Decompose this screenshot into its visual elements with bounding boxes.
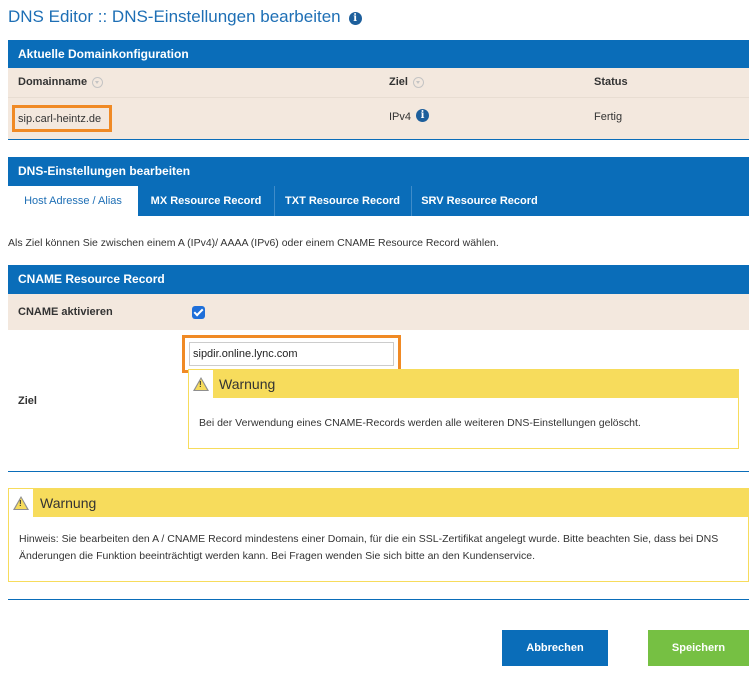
cancel-button[interactable]: Abbrechen <box>502 630 608 666</box>
column-header-ziel[interactable]: Ziel <box>389 68 424 96</box>
ssl-warning-text: Hinweis: Sie bearbeiten den A / CNAME Re… <box>19 533 719 562</box>
current-config-header: Aktuelle Domainkonfiguration <box>8 40 749 68</box>
edit-section-header: DNS-Einstellungen bearbeiten <box>8 157 749 186</box>
ssl-warning-header: Warnung <box>9 489 748 517</box>
warning-icon <box>193 377 209 391</box>
cname-activate-row: CNAME aktivieren <box>8 294 749 330</box>
cname-activate-checkbox[interactable] <box>192 306 205 319</box>
cname-warning-text: Bei der Verwendung eines CNAME-Records w… <box>199 417 641 429</box>
cname-activate-label: CNAME aktivieren <box>18 306 113 318</box>
tab-srv-resource-record[interactable]: SRV Resource Record <box>411 186 548 216</box>
tab-mx-resource-record[interactable]: MX Resource Record <box>138 186 275 216</box>
divider <box>8 471 749 472</box>
column-header-domainname[interactable]: Domainname <box>18 68 104 96</box>
page-title: DNS Editor :: DNS-Einstellungen bearbeit… <box>8 7 362 27</box>
warning-icon <box>13 496 29 510</box>
column-header-status: Status <box>594 76 628 88</box>
target-input[interactable]: sipdir.online.lync.com <box>189 342 394 366</box>
sort-icon[interactable] <box>92 76 104 88</box>
cname-header: CNAME Resource Record <box>8 265 749 294</box>
info-icon[interactable]: i <box>416 108 430 122</box>
status-cell: Fertig <box>594 111 623 123</box>
divider <box>8 599 749 600</box>
page-title-text: DNS Editor :: DNS-Einstellungen bearbeit… <box>8 7 341 26</box>
config-table-header: Domainname Ziel Status <box>8 68 749 98</box>
target-label: Ziel <box>18 395 37 407</box>
ssl-warning-box: Warnung Hinweis: Sie bearbeiten den A / … <box>8 488 749 582</box>
info-icon[interactable]: i <box>348 11 362 25</box>
sort-icon[interactable] <box>412 76 424 88</box>
cname-warning-box: Warnung Bei der Verwendung eines CNAME-R… <box>188 369 739 449</box>
tab-txt-resource-record[interactable]: TXT Resource Record <box>274 186 412 216</box>
tab-bar: Host Adresse / Alias MX Resource Record … <box>8 186 749 216</box>
tab-host-address-alias[interactable]: Host Adresse / Alias <box>8 186 138 216</box>
domain-highlight[interactable]: sip.carl-heintz.de <box>12 105 112 132</box>
target-input-highlight: sipdir.online.lync.com <box>182 335 401 373</box>
domain-name-cell: sip.carl-heintz.de <box>18 113 102 125</box>
table-row: sip.carl-heintz.de IPv4 i Fertig <box>8 98 749 140</box>
save-button[interactable]: Speichern <box>648 630 749 666</box>
cname-warning-header: Warnung <box>189 370 738 398</box>
target-cell: IPv4 i <box>389 108 430 123</box>
ssl-warning-title: Warnung <box>40 495 97 511</box>
cname-warning-title: Warnung <box>219 376 276 392</box>
help-text: Als Ziel können Sie zwischen einem A (IP… <box>8 237 499 249</box>
